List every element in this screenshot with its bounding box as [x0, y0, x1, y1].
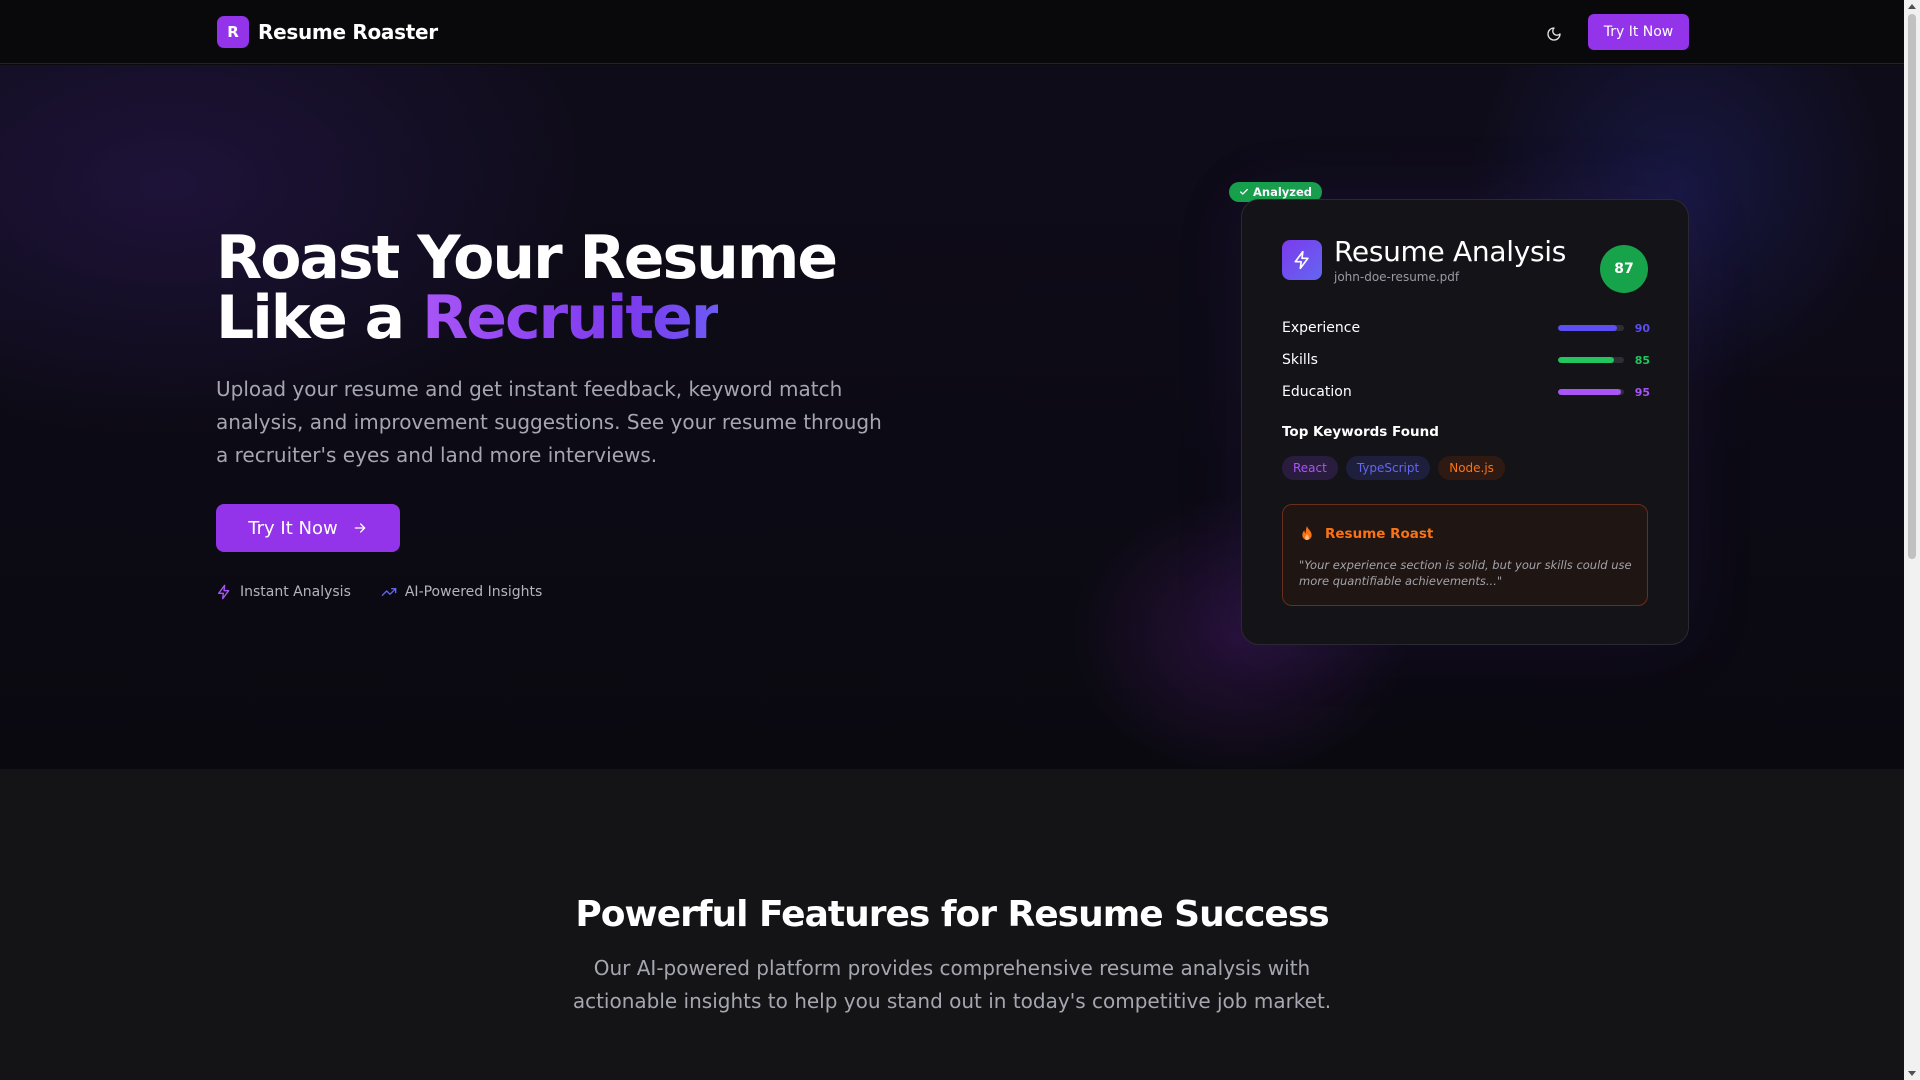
- metric-label: Skills: [1282, 352, 1318, 368]
- navbar: R Resume Roaster Try It Now: [0, 0, 1904, 64]
- metric-value: 90: [1634, 321, 1650, 335]
- badge-label: AI-Powered Insights: [404, 584, 543, 600]
- hero-badges: Instant Analysis AI-Powered Insights: [216, 584, 542, 600]
- resume-analysis-card: Resume Analysis john-doe-resume.pdf 87 E…: [1241, 199, 1689, 645]
- keyword-chip: React: [1282, 456, 1338, 480]
- theme-toggle-button[interactable]: [1540, 20, 1568, 48]
- card-header: Resume Analysis john-doe-resume.pdf: [1282, 236, 1566, 284]
- brand-name: Resume Roaster: [258, 20, 438, 44]
- keywords-heading: Top Keywords Found: [1282, 424, 1439, 440]
- arrow-right-icon: [354, 523, 366, 533]
- metric-fill: [1558, 389, 1621, 395]
- metric-label: Experience: [1282, 320, 1361, 336]
- metric-fill: [1558, 357, 1615, 363]
- page-scrollbar[interactable]: [1904, 0, 1920, 1080]
- card-filename: john-doe-resume.pdf: [1334, 270, 1460, 284]
- metric-education: Education 95: [1282, 382, 1650, 402]
- metric-bar: [1558, 389, 1624, 395]
- scroll-up-arrow[interactable]: [1908, 4, 1916, 9]
- hero-try-it-now-button[interactable]: Try It Now: [216, 504, 400, 552]
- badge-label: Instant Analysis: [240, 584, 351, 600]
- roast-title: Resume Roast: [1325, 526, 1434, 542]
- keywords-list: React TypeScript Node.js: [1282, 456, 1505, 480]
- moon-icon: [1547, 27, 1561, 41]
- metric-value: 85: [1634, 353, 1650, 367]
- hero-title-prefix: Like a: [216, 283, 423, 353]
- metric-bar: [1558, 325, 1624, 331]
- trending-up-icon: [381, 588, 397, 596]
- hero-section: Roast Your Resume Like a Recruiter Uploa…: [0, 65, 1904, 769]
- overall-score-badge: 87: [1600, 245, 1648, 293]
- lightning-icon: [1294, 250, 1309, 270]
- badge-ai-insights: AI-Powered Insights: [381, 584, 542, 600]
- metric-value: 95: [1634, 385, 1650, 399]
- brand-logo: R: [217, 16, 249, 48]
- page: R Resume Roaster Try It Now Roast Your R…: [0, 0, 1920, 1080]
- hero-title-accent: Recruiter: [422, 283, 720, 353]
- badge-instant-analysis: Instant Analysis: [216, 584, 351, 600]
- metric-bar: [1558, 357, 1624, 363]
- features-section: Powerful Features for Resume Success Our…: [0, 769, 1904, 1080]
- roast-quote: "Your experience section is solid, but y…: [1299, 558, 1632, 588]
- card-title: Resume Analysis: [1334, 235, 1567, 268]
- roast-header: Resume Roast: [1299, 525, 1433, 543]
- hero-cta-label: Try It Now: [248, 517, 338, 539]
- brand-link[interactable]: R Resume Roaster: [217, 16, 438, 48]
- hero-subtitle: Upload your resume and get instant feedb…: [216, 377, 882, 467]
- features-subtitle: Our AI-powered platform provides compreh…: [572, 956, 1332, 1013]
- scroll-down-arrow[interactable]: [1908, 1071, 1916, 1076]
- metric-fill: [1558, 325, 1618, 331]
- metric-skills: Skills 85: [1282, 350, 1650, 370]
- nav-try-it-now-button[interactable]: Try It Now: [1588, 14, 1689, 50]
- lightning-icon: [218, 584, 230, 600]
- keyword-chip: Node.js: [1438, 456, 1505, 480]
- keyword-chip: TypeScript: [1345, 456, 1431, 480]
- flame-icon: [1302, 526, 1312, 540]
- features-title: Powerful Features for Resume Success: [575, 894, 1329, 935]
- metric-label: Education: [1282, 384, 1352, 400]
- check-icon: [1240, 188, 1248, 195]
- analyzed-label: Analyzed: [1253, 185, 1313, 199]
- metric-experience: Experience 90: [1282, 318, 1650, 338]
- resume-roast-box: Resume Roast "Your experience section is…: [1282, 504, 1648, 606]
- card-icon: [1282, 240, 1322, 280]
- hero-title: Roast Your Resume Like a Recruiter: [216, 228, 838, 348]
- scroll-thumb[interactable]: [1908, 14, 1916, 559]
